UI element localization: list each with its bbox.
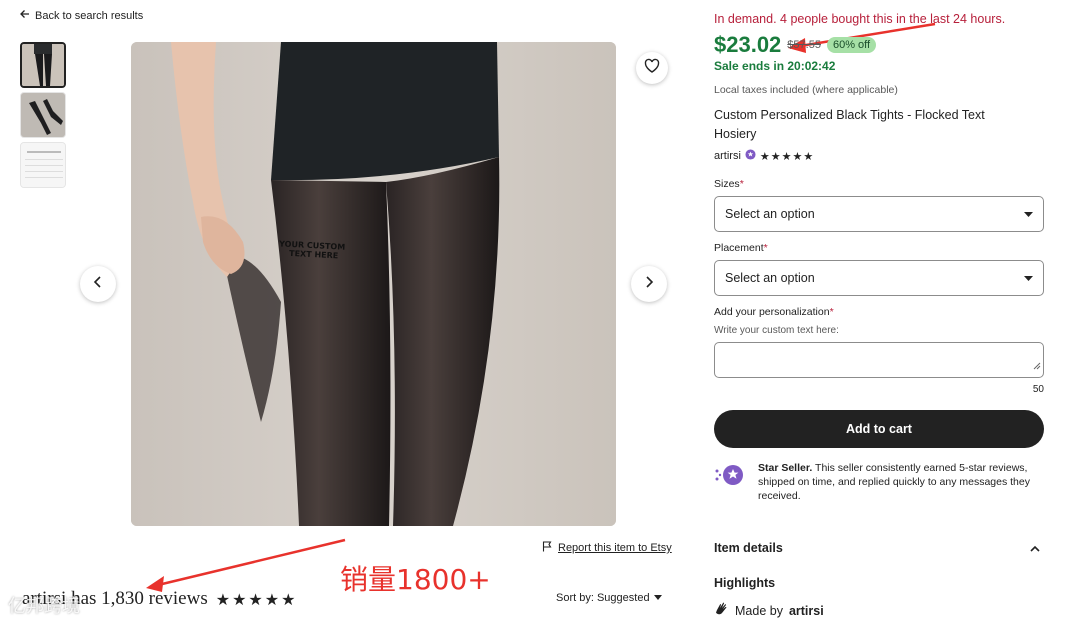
hand-wave-icon bbox=[714, 602, 729, 619]
thumbnail-2[interactable] bbox=[20, 92, 66, 138]
current-price: $23.02 bbox=[714, 32, 782, 57]
sort-dropdown[interactable]: Sort by: Suggested bbox=[556, 592, 662, 604]
item-details-toggle[interactable]: Item details bbox=[714, 541, 1044, 555]
star-seller-title: Star Seller. bbox=[758, 462, 813, 474]
caret-down-icon bbox=[653, 592, 662, 604]
caret-down-icon bbox=[1024, 271, 1033, 285]
chevron-right-icon bbox=[643, 275, 655, 293]
placement-select-value: Select an option bbox=[725, 271, 815, 285]
highlights-heading: Highlights bbox=[714, 576, 776, 590]
sizes-select-value: Select an option bbox=[725, 207, 815, 221]
seller-row: artirsi ★★★★★ bbox=[714, 149, 814, 163]
made-by-prefix: Made by bbox=[735, 603, 783, 618]
personalization-label: Add your personalization* bbox=[714, 306, 834, 318]
price-row: $23.02 $57.55 60% off bbox=[714, 32, 877, 58]
back-to-search-link[interactable]: Back to search results bbox=[20, 9, 143, 22]
annotation-sales-label: 销量1800+ bbox=[340, 563, 491, 596]
star-seller-info: Star Seller. This seller consistently ea… bbox=[714, 461, 1044, 503]
sizes-label: Sizes* bbox=[714, 178, 744, 190]
previous-image-button[interactable] bbox=[80, 266, 116, 302]
item-details-heading: Item details bbox=[714, 541, 783, 555]
sort-label: Sort by: Suggested bbox=[556, 592, 650, 604]
made-by-seller-link[interactable]: artirsi bbox=[789, 604, 824, 618]
chevron-left-icon bbox=[92, 275, 104, 293]
watermark: 亿邦跨境 bbox=[8, 596, 80, 617]
thumbnail-1[interactable] bbox=[20, 42, 66, 88]
star-seller-badge-icon bbox=[745, 149, 756, 163]
placement-label: Placement* bbox=[714, 242, 768, 254]
tax-note: Local taxes included (where applicable) bbox=[714, 84, 898, 96]
seller-name-link[interactable]: artirsi bbox=[714, 150, 741, 162]
sizes-select[interactable]: Select an option bbox=[714, 196, 1044, 232]
thumbnail-list bbox=[20, 42, 68, 192]
thumbnail-3[interactable] bbox=[20, 142, 66, 188]
placement-select[interactable]: Select an option bbox=[714, 260, 1044, 296]
star-seller-icon bbox=[714, 461, 748, 503]
arrow-left-icon bbox=[20, 9, 30, 22]
product-main-image: YOUR CUSTOM TEXT HERE bbox=[131, 42, 616, 526]
flag-icon bbox=[542, 541, 553, 555]
star-seller-text: Star Seller. This seller consistently ea… bbox=[758, 461, 1044, 503]
resize-handle-icon[interactable] bbox=[1033, 357, 1041, 375]
next-image-button[interactable] bbox=[631, 266, 667, 302]
made-by-row: Made by artirsi bbox=[714, 602, 824, 619]
report-item-link[interactable]: Report this item to Etsy bbox=[542, 541, 672, 555]
caret-down-icon bbox=[1024, 207, 1033, 221]
sale-countdown: Sale ends in 20:02:42 bbox=[714, 59, 836, 73]
original-price: $57.55 bbox=[787, 39, 821, 51]
personalization-textarea[interactable] bbox=[714, 342, 1044, 378]
seller-stars: ★★★★★ bbox=[759, 149, 815, 163]
back-link-label: Back to search results bbox=[35, 9, 144, 22]
demand-notice: In demand. 4 people bought this in the l… bbox=[714, 12, 1006, 26]
heart-icon bbox=[644, 58, 660, 79]
chevron-up-icon bbox=[1030, 541, 1040, 555]
product-title: Custom Personalized Black Tights - Flock… bbox=[714, 108, 985, 141]
character-count: 50 bbox=[1032, 384, 1044, 395]
add-to-cart-button[interactable]: Add to cart bbox=[714, 410, 1044, 448]
reviews-stars: ★★★★★ bbox=[215, 589, 298, 609]
discount-badge: 60% off bbox=[826, 37, 877, 53]
report-link-label: Report this item to Etsy bbox=[558, 542, 672, 554]
favorite-button[interactable] bbox=[636, 52, 668, 84]
personalization-hint: Write your custom text here: bbox=[714, 325, 839, 336]
